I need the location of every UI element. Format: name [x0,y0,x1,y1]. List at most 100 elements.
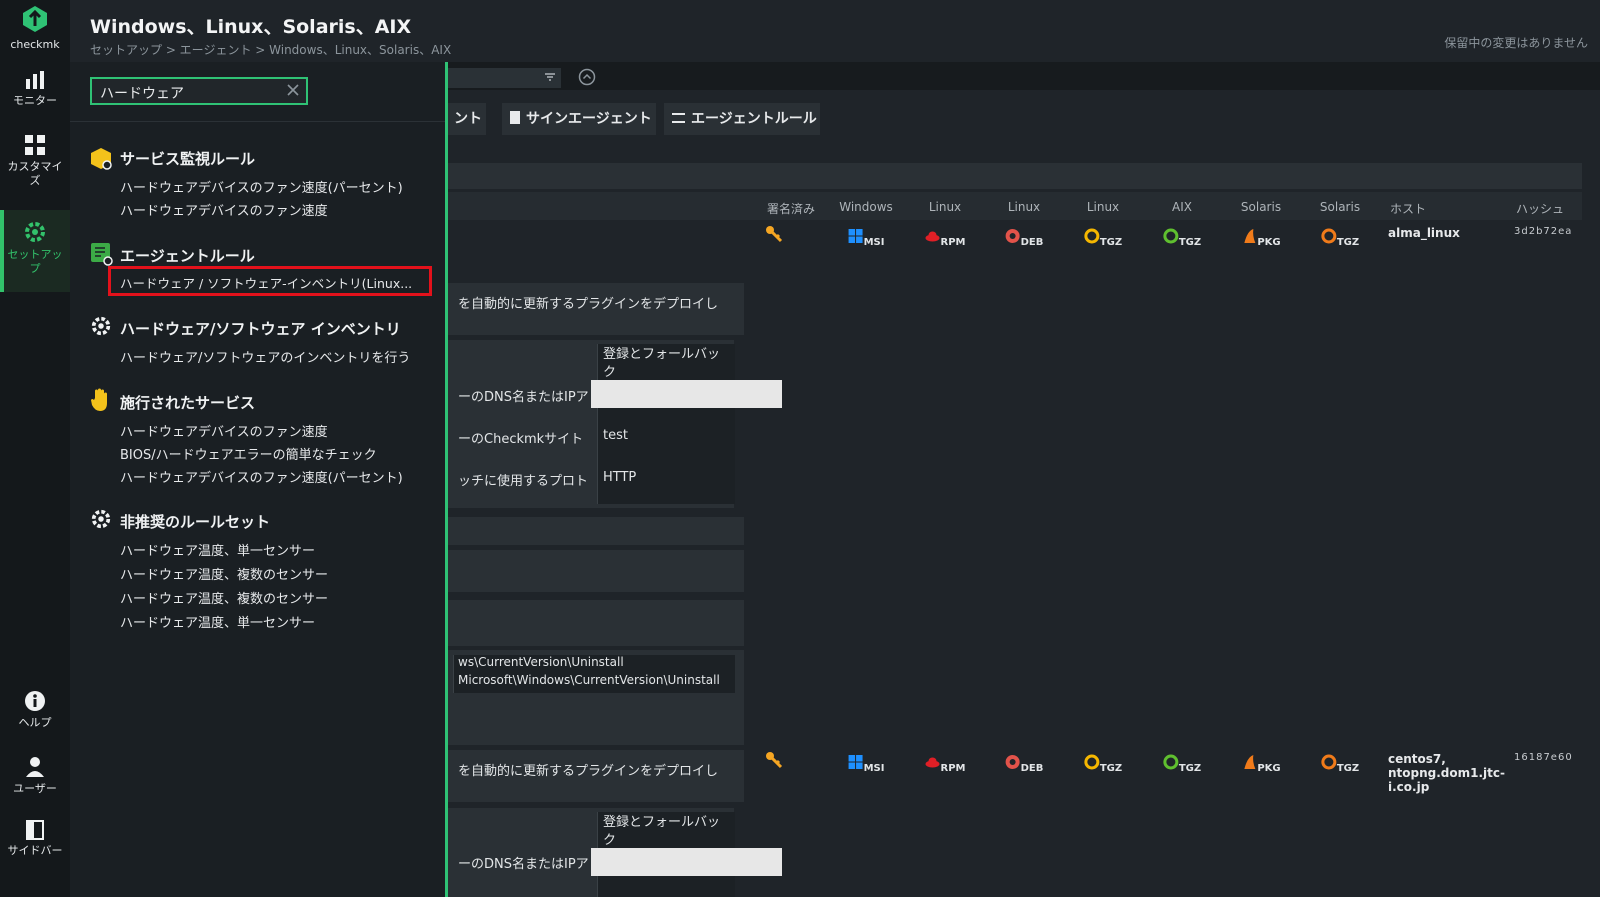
search-result[interactable]: ハードウェアデバイスのファン速度 [120,200,328,219]
selection-highlight [108,266,432,296]
filter-icon [545,73,555,81]
nav-sidebar-label: サイドバー [7,844,63,857]
search-result[interactable]: ハードウェア温度、単一センサー [120,612,315,631]
collapse-icon[interactable] [578,68,596,86]
nav-customize[interactable]: カスタマイズ [0,134,70,198]
sign-agents-button[interactable]: サインエージェント [502,103,656,135]
col-signed: 署名済み [766,202,816,216]
search-result[interactable]: ハードウェアデバイスのファン速度(パーセント) [120,177,403,196]
pkg-label: DEB [1020,237,1044,248]
search-result[interactable]: ハードウェア温度、単一センサー [120,540,315,559]
download-tgz-linux[interactable]: TGZ [1084,228,1122,249]
search-result[interactable]: ハードウェアデバイスのファン速度 [120,421,328,440]
protocol-value: HTTP [603,470,637,485]
aix-tgz-icon [1163,228,1179,244]
pkg-label: TGZ [1178,763,1202,774]
download-msi[interactable]: MSI [848,754,884,775]
filter-box[interactable] [446,68,561,88]
agents-button-partial[interactable]: ント [446,103,486,135]
sign-agents-label: サインエージェント [526,111,652,127]
plugin-text: を自動的に更新するプラグインをデプロイし [458,764,719,779]
pkg-label: PKG [1257,763,1281,774]
user-icon [26,757,44,777]
key-icon[interactable] [765,225,783,243]
hash-value: 16187e60 [1514,752,1573,763]
col-aix: AIX [1172,200,1192,214]
debian-icon [1005,755,1020,769]
col-windows: Windows [839,200,893,214]
row-panel [446,517,744,545]
pkg-label: TGZ [1099,237,1123,248]
pkg-label: DEB [1020,763,1044,774]
windows-icon [848,755,863,769]
host-name[interactable]: centos7, ntopng.dom1.jtc- i.co.jp [1388,752,1505,794]
checkmk-logo[interactable]: checkmk [0,4,70,58]
col-hash: ハッシュ [1515,202,1565,216]
row-panel [446,600,744,646]
nav-monitor[interactable]: モニター [0,70,70,120]
registry-path-1: ws\CurrentVersion\Uninstall [458,655,624,669]
nav-monitor-label: モニター [13,94,57,107]
breadcrumb[interactable]: セットアップ > エージェント > Windows、Linux、Solaris、… [90,41,451,58]
download-rpm[interactable]: RPM [925,754,965,775]
download-deb[interactable]: DEB [1005,754,1044,775]
row-panel [446,550,744,592]
group-title-enforced-services: 施行されたサービス [120,394,256,412]
search-result[interactable]: ハードウェア/ソフトウェアのインベントリを行う [120,347,410,366]
download-tgz-solaris[interactable]: TGZ [1321,228,1359,249]
download-deb[interactable]: DEB [1005,228,1044,249]
search-result[interactable]: ハードウェア温度、複数のセンサー [120,588,328,607]
pkg-label: TGZ [1178,237,1202,248]
agent-rules-label: エージェントルール [691,111,817,127]
hand-icon [91,388,107,411]
search-field[interactable]: ハードウェア [90,77,308,105]
nav-help-label: ヘルプ [18,716,52,729]
download-rpm[interactable]: RPM [925,228,965,249]
download-tgz-aix[interactable]: TGZ [1163,754,1201,775]
col-linux-tgz: Linux [1086,200,1120,214]
download-tgz-linux[interactable]: TGZ [1084,754,1122,775]
col-solaris-pkg: Solaris [1240,200,1282,214]
search-result[interactable]: BIOS/ハードウェアエラーの簡単なチェック [120,444,377,463]
col-linux-deb: Linux [1007,200,1041,214]
pkg-label: PKG [1257,237,1281,248]
nav-help[interactable]: ヘルプ [0,690,70,740]
hash-value: 3d2b72ea [1514,226,1573,237]
host-name[interactable]: alma_linux [1388,226,1460,240]
gear-icon [91,316,111,336]
search-result[interactable]: ハードウェア温度、複数のセンサー [120,564,328,583]
close-icon[interactable] [286,83,300,97]
key-icon[interactable] [765,751,783,769]
pkg-label: TGZ [1336,763,1360,774]
aix-tgz-icon [1163,754,1179,770]
nav-sidebar[interactable]: サイドバー [0,820,70,870]
download-pkg-solaris[interactable]: PKG [1241,228,1281,249]
pending-changes[interactable]: 保留中の変更はありません [1444,34,1588,51]
pkg-label: TGZ [1099,763,1123,774]
nav-setup-label: セットアップ [7,248,63,275]
dns-label: ーのDNS名またはIPア [458,857,589,872]
search-result[interactable]: ハードウェアデバイスのファン速度(パーセント) [120,467,403,486]
pkg-label: MSI [863,237,885,248]
table-section-header [446,163,1582,189]
agent-rules-button[interactable]: エージェントルール [664,103,820,135]
nav-user[interactable]: ユーザー [0,756,70,806]
divider [70,121,445,122]
group-title-service-rules: サービス監視ルール [120,150,256,168]
grid-icon [25,135,45,155]
site-label: ーのCheckmkサイト [458,432,584,447]
download-tgz-solaris[interactable]: TGZ [1321,754,1359,775]
setup-search-popup: ハードウェア サービス監視ルール ハードウェアデバイスのファン速度(パーセント)… [70,62,448,897]
filter-row [446,62,1600,90]
search-input[interactable]: ハードウェア [100,83,280,103]
download-pkg-solaris[interactable]: PKG [1241,754,1281,775]
service-rules-icon [91,148,112,170]
download-msi[interactable]: MSI [848,228,885,249]
nav-setup[interactable]: セットアップ [0,210,70,292]
protocol-label: ッチに使用するプロト [458,474,589,489]
redacted-field [591,848,782,876]
dns-label: ーのDNS名またはIPア [458,390,589,405]
linux-tgz-icon [1084,754,1100,770]
solaris-pkg-icon [1244,755,1256,769]
download-tgz-aix[interactable]: TGZ [1163,228,1201,249]
